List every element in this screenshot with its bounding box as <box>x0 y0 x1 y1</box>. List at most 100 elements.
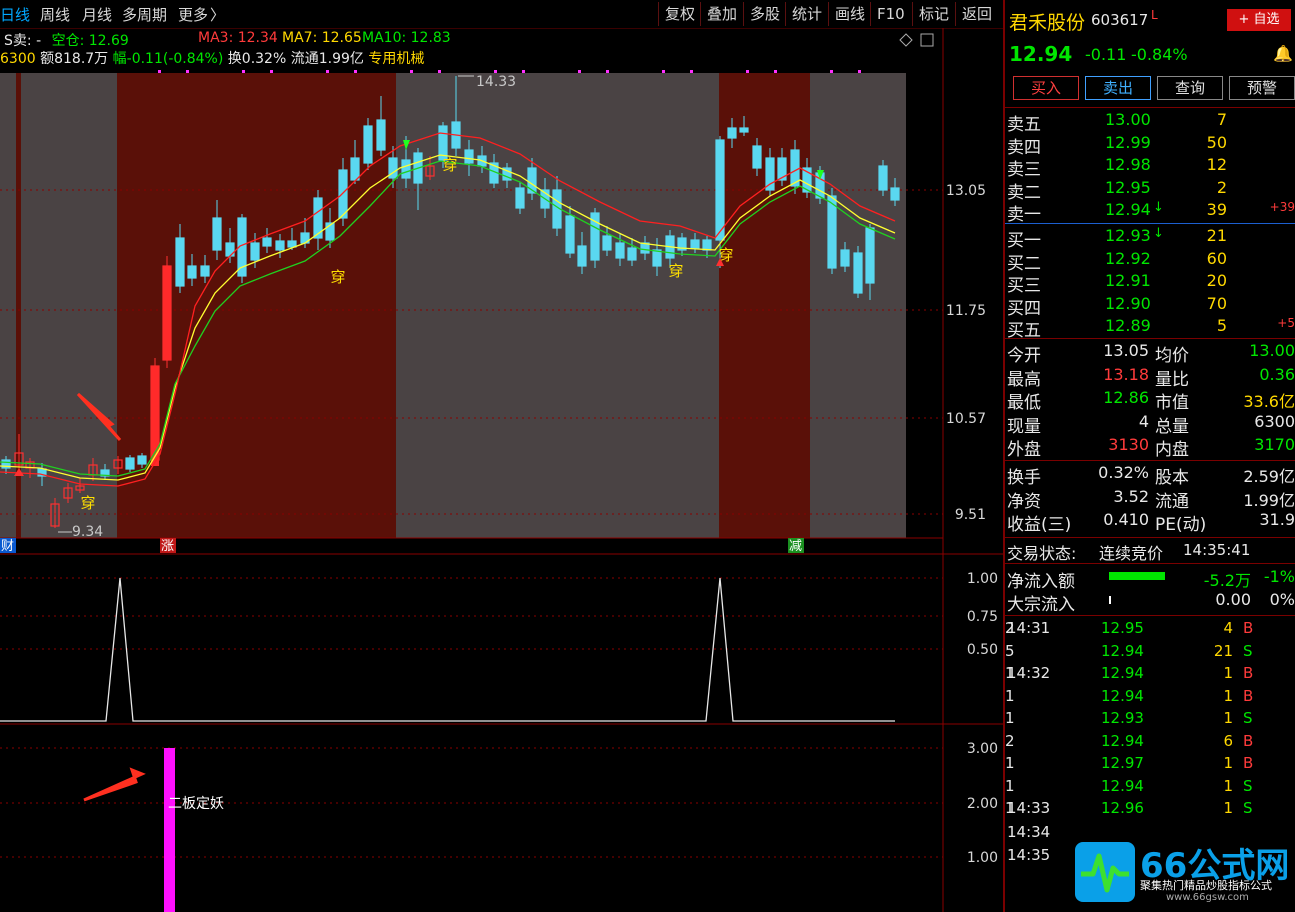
stats-button[interactable]: 统计 <box>785 2 828 26</box>
stat-label: 量比 <box>1155 369 1189 390</box>
candle-body <box>865 227 875 284</box>
tick-count: 1 <box>1005 709 1015 727</box>
back-button[interactable]: 返回 <box>955 2 998 26</box>
draw-line-button[interactable]: 画线 <box>828 2 871 26</box>
candle-body <box>125 457 135 470</box>
tick-volume: 6 <box>1223 731 1233 750</box>
tab-monthly[interactable]: 月线 <box>82 4 112 25</box>
candle-body <box>275 240 285 251</box>
tick-side: B <box>1243 731 1254 750</box>
signal-dot <box>242 70 245 73</box>
flow-value: -5.2万 <box>1203 571 1251 590</box>
candle-body <box>702 239 712 251</box>
chuan-signal-label: 穿 <box>330 268 345 286</box>
indicator2-label: 二板定妖 <box>168 796 224 812</box>
candle-body <box>515 187 525 209</box>
tab-multi-period[interactable]: 多周期 <box>122 4 167 25</box>
candle-body <box>187 265 197 279</box>
tick-side: S <box>1243 641 1253 660</box>
tick-volume: 21 <box>1213 641 1233 660</box>
trade-status-label: 交易状态: <box>1007 544 1077 563</box>
low-price-label: 9.34 <box>72 524 103 540</box>
tick-row: 14:32 12.94 1 B 1 <box>1005 664 1295 686</box>
tick-side: S <box>1243 776 1253 795</box>
watermark-logo-icon <box>1075 842 1135 902</box>
overlay-button[interactable]: 叠加 <box>700 2 743 26</box>
order-price: 13.00 <box>1105 110 1151 129</box>
alert-button[interactable]: 预警 <box>1229 76 1295 100</box>
bell-icon[interactable]: 🔔 <box>1273 44 1293 63</box>
turnover-value: 换0.32% <box>227 51 287 67</box>
order-label: 买二 <box>1007 253 1041 274</box>
tab-daily[interactable]: 日线 <box>0 4 30 25</box>
stat-value: 13.00 <box>1249 341 1295 360</box>
float-value: 流通1.99亿 <box>290 51 364 67</box>
candle-body <box>200 265 210 277</box>
signal-dot <box>606 70 609 73</box>
flow-row: 大宗流入 0.00 0% <box>1005 590 1295 615</box>
stat-value: 3170 <box>1254 435 1295 455</box>
order-volume: 60 <box>1206 248 1227 268</box>
candle-body <box>175 237 185 287</box>
price-change-pct: -0.84% <box>1131 45 1188 64</box>
chevron-right-icon[interactable]: 〉 <box>210 4 225 25</box>
stat-label: 流通 <box>1155 491 1189 512</box>
candle-body <box>853 252 863 294</box>
indicator2-axis-label: 2.00 <box>967 796 998 812</box>
down-arrow-icon: ↓ <box>1153 226 1164 241</box>
tick-row: 12.94 6 B 2 <box>1005 732 1295 754</box>
candle-body <box>627 247 637 261</box>
candle-body <box>765 157 775 191</box>
stat-value: 2.59亿 <box>1243 467 1295 486</box>
order-label: 卖一 <box>1007 205 1041 226</box>
indicator1-axis-label: 1.00 <box>967 571 998 587</box>
fuquan-button[interactable]: 复权 <box>658 2 701 26</box>
order-volume: 7 <box>1216 110 1227 129</box>
diamond-icon[interactable] <box>899 33 913 47</box>
tick-side: S <box>1243 709 1253 727</box>
price-axis-label: 10.57 <box>946 411 986 427</box>
stock-code: 603617 <box>1091 11 1149 29</box>
stat-value: 31.9 <box>1259 510 1295 530</box>
f10-button[interactable]: F10 <box>870 2 911 26</box>
tick-row: 12.94 21 S 5 <box>1005 642 1295 664</box>
tick-volume: 4 <box>1223 619 1233 637</box>
signal-dot <box>774 70 777 73</box>
kline-chart[interactable]: 13.0511.7510.579.51穿穿穿穿穿14.339.34财涨减1.00… <box>0 28 1003 912</box>
order-price: 12.94 <box>1105 200 1151 220</box>
stat-label: 换手 <box>1007 468 1041 488</box>
tab-weekly[interactable]: 周线 <box>40 4 70 25</box>
sell-order-row: 卖五 13.00 7 <box>1005 110 1295 135</box>
buy-order-row: 买一 12.93 21 ↓ <box>1005 226 1295 251</box>
tab-more[interactable]: 更多 <box>178 4 208 25</box>
mark-button[interactable]: 标记 <box>912 2 955 26</box>
flow-pct: -1% <box>1263 567 1295 586</box>
watermark-url: www.66gsw.com <box>1166 892 1249 903</box>
stat-row: 最高 13.18 量比 0.36 <box>1005 364 1295 390</box>
add-favorite-button[interactable]: + 自选 <box>1227 9 1291 31</box>
stat-label: 总量 <box>1155 416 1189 437</box>
candle-body <box>727 127 737 139</box>
order-volume: 5 <box>1216 316 1227 336</box>
stat-value: 0.36 <box>1259 364 1295 384</box>
query-button[interactable]: 查询 <box>1157 76 1223 100</box>
candle-body <box>350 157 360 181</box>
indicator2-axis-label: 3.00 <box>967 741 998 757</box>
candle-body <box>262 237 272 247</box>
stat-row: 外盘 3130 内盘 3170 <box>1005 435 1295 460</box>
sell-button[interactable]: 卖出 <box>1085 76 1151 100</box>
stat-row: 今开 13.05 均价 13.00 <box>1005 341 1295 366</box>
stat-value: 13.18 <box>1103 364 1149 384</box>
tick-price: 12.94 <box>1101 731 1144 750</box>
candle-body <box>464 149 474 164</box>
multi-stock-button[interactable]: 多股 <box>743 2 786 26</box>
order-label: 卖五 <box>1007 115 1041 135</box>
window-toggle-icon[interactable] <box>920 33 934 47</box>
buy-button[interactable]: 买入 <box>1013 76 1079 100</box>
tick-row: 12.93 1 S 1 <box>1005 709 1295 731</box>
stat-value: 1.99亿 <box>1243 490 1295 510</box>
tick-price: 12.95 <box>1101 619 1144 637</box>
stat-row: 收益(三) 0.410 PE(动) 31.9 <box>1005 510 1295 535</box>
ma3-label: MA3: 12.34 <box>198 30 278 46</box>
candle-body <box>690 239 700 249</box>
